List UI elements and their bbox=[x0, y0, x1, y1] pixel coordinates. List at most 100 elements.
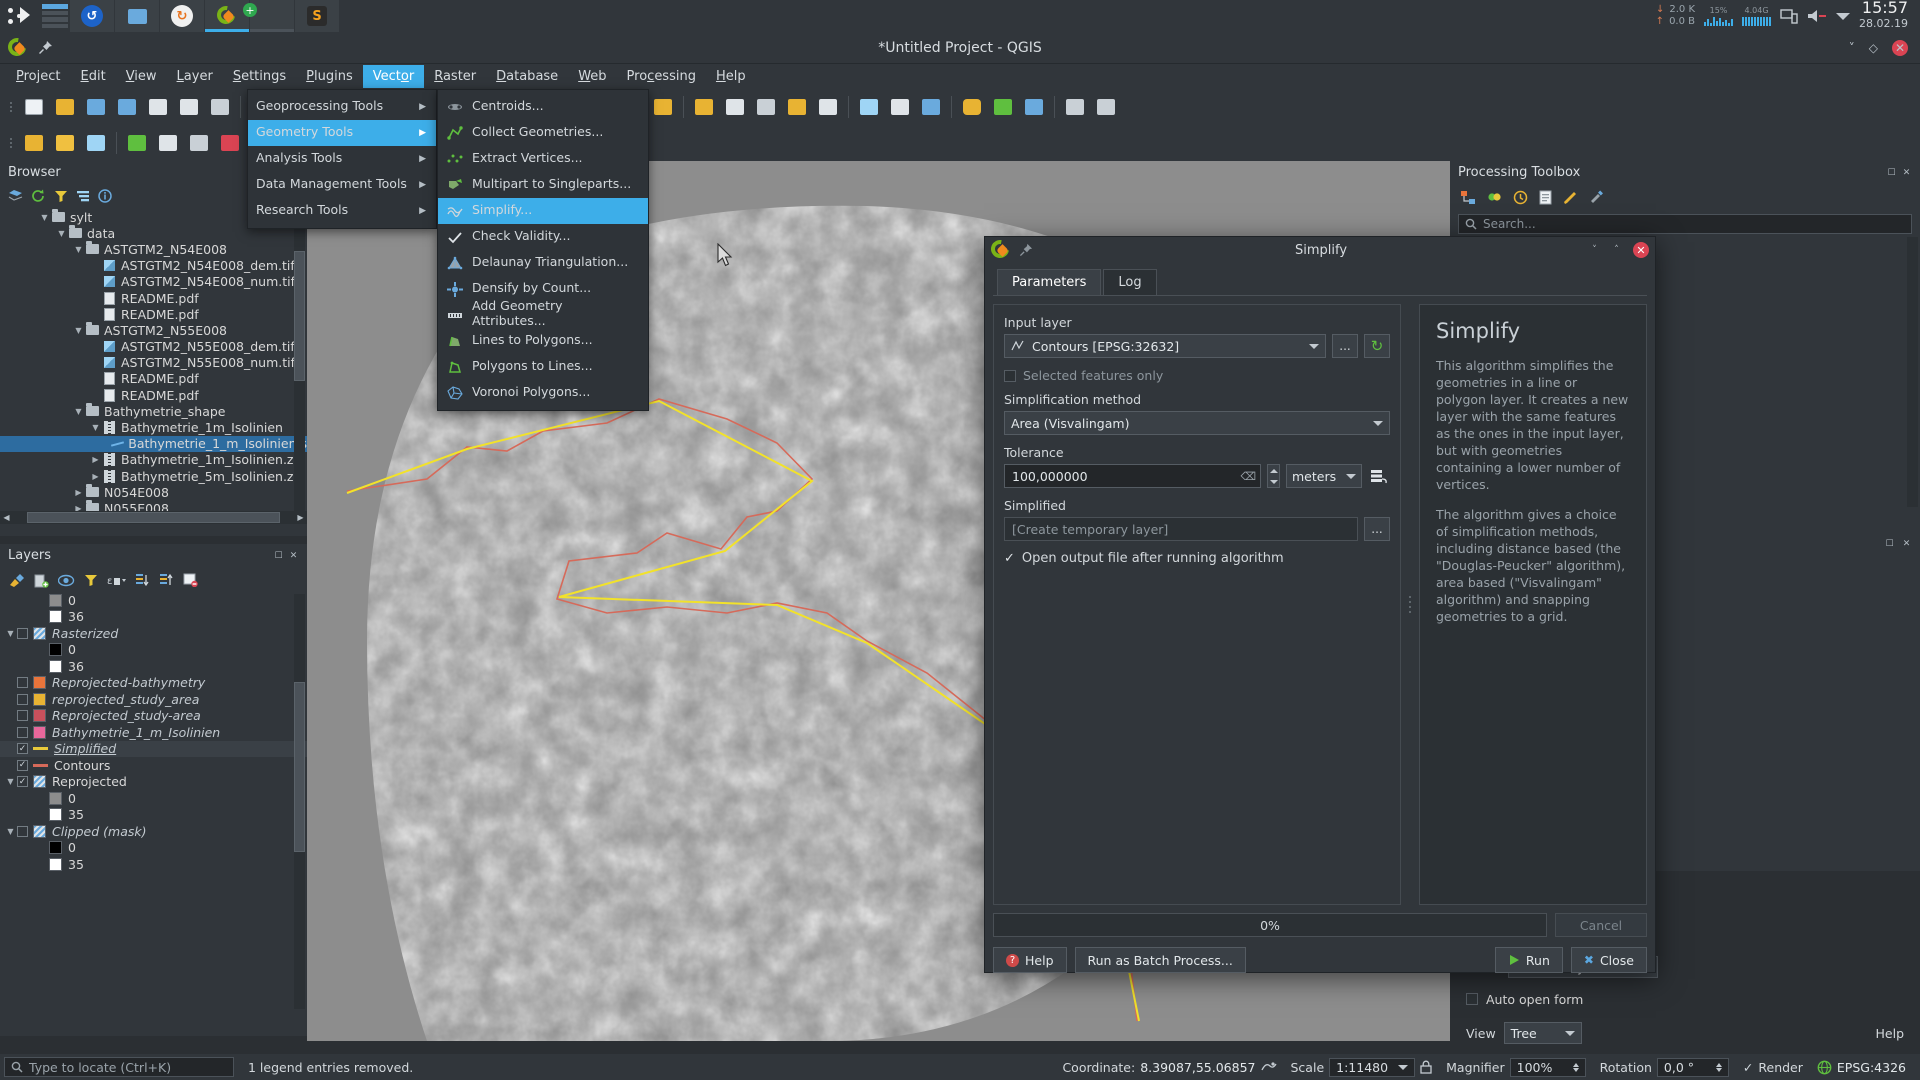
volume-tray-icon[interactable] bbox=[1807, 8, 1827, 24]
tree-expander-icon[interactable]: ▼ bbox=[89, 423, 102, 432]
tree-expander-icon[interactable]: ▼ bbox=[55, 229, 68, 238]
taskbar-firefox-icon[interactable]: ↺ bbox=[70, 0, 114, 32]
tree-expander-icon[interactable]: ▼ bbox=[72, 245, 85, 254]
layers-close-icon[interactable]: ✕ bbox=[288, 550, 299, 561]
browser-tree-item[interactable]: ▼Bathymetrie_shape bbox=[0, 403, 307, 419]
browser-tree-item[interactable]: ▼Bathymetrie_1m_Isolinien bbox=[0, 419, 307, 435]
input-layer-refresh-button[interactable]: ↻ bbox=[1364, 334, 1390, 358]
lock-scale-icon[interactable] bbox=[1420, 1060, 1432, 1074]
browser-properties-icon[interactable] bbox=[98, 189, 112, 203]
toolbox-float-icon[interactable]: ☐ bbox=[1886, 167, 1897, 178]
menu-plugins[interactable]: Plugins bbox=[296, 65, 363, 88]
menu-item-simplify[interactable]: Simplify... bbox=[438, 198, 648, 224]
browser-vertical-scrollbar[interactable] bbox=[294, 211, 305, 511]
invert-selection-icon[interactable] bbox=[813, 92, 843, 122]
taskbar-display-icon[interactable] bbox=[115, 0, 159, 32]
delete-selected-icon[interactable] bbox=[215, 128, 245, 158]
browser-horizontal-scrollbar[interactable]: ◀▶ bbox=[0, 511, 307, 524]
save-project-as-icon[interactable] bbox=[112, 92, 142, 122]
application-launcher-icon[interactable] bbox=[0, 0, 40, 32]
layer-tree-item[interactable]: ▼Rasterized bbox=[0, 625, 307, 642]
tree-expander-icon[interactable]: ▼ bbox=[38, 213, 51, 222]
menu-layer[interactable]: Layer bbox=[167, 65, 223, 88]
input-layer-browse-button[interactable]: ... bbox=[1332, 334, 1358, 358]
layer-visibility-checkbox[interactable]: ✓ bbox=[17, 760, 28, 771]
menu-item-extract-vertices[interactable]: Extract Vertices... bbox=[438, 146, 648, 172]
vector-menu-popup[interactable]: Geoprocessing Tools ▶ Geometry Tools ▶ A… bbox=[247, 89, 437, 229]
select-all-icon[interactable] bbox=[782, 92, 812, 122]
layer-visibility-checkbox[interactable] bbox=[17, 727, 28, 738]
results-float-icon[interactable]: ☐ bbox=[1884, 539, 1895, 550]
run-button[interactable]: Run bbox=[1495, 947, 1563, 973]
auto-open-form-checkbox[interactable] bbox=[1466, 993, 1478, 1005]
add-feature-icon[interactable] bbox=[122, 128, 152, 158]
layer-tree-item[interactable]: ▼✓Reprojected bbox=[0, 774, 307, 791]
rotation-spinbox[interactable]: 0,0 ° bbox=[1657, 1058, 1729, 1077]
menu-item-voronoi-polygons[interactable]: Voronoi Polygons... bbox=[438, 380, 648, 406]
browser-tree-item[interactable]: ASTGTM2_N54E008_num.tif bbox=[0, 274, 307, 290]
menu-item-multipart-to-singleparts[interactable]: Multipart to Singleparts... bbox=[438, 172, 648, 198]
taskbar-qgis-icon[interactable] bbox=[205, 0, 249, 32]
layer-tree-item[interactable]: Reprojected-bathymetry bbox=[0, 675, 307, 692]
layer-tree-item[interactable]: 0 bbox=[0, 790, 307, 807]
toolbar-dropdown-1-icon[interactable] bbox=[1060, 92, 1090, 122]
layer-visibility-checkbox[interactable]: ✓ bbox=[17, 743, 28, 754]
measure-icon[interactable] bbox=[648, 92, 678, 122]
open-layer-styling-icon[interactable] bbox=[8, 573, 25, 588]
browser-tree-item[interactable]: ▶Bathymetrie_5m_Isolinien.zip bbox=[0, 468, 307, 484]
tolerance-stepper[interactable] bbox=[1267, 464, 1280, 488]
browser-tree-item[interactable]: Bathymetrie_1_m_Isolinien.s bbox=[0, 436, 307, 452]
select-features-icon[interactable] bbox=[689, 92, 719, 122]
show-statistics-icon[interactable] bbox=[916, 92, 946, 122]
menu-item-research-tools[interactable]: Research Tools ▶ bbox=[248, 198, 436, 224]
open-project-icon[interactable] bbox=[50, 92, 80, 122]
virtual-desktop-pager[interactable] bbox=[40, 0, 70, 32]
toolbox-edit-icon[interactable] bbox=[1563, 190, 1578, 205]
layer-tree-item[interactable]: Reprojected_study-area bbox=[0, 708, 307, 725]
layer-expander-icon[interactable]: ▼ bbox=[4, 777, 17, 786]
menu-raster[interactable]: Raster bbox=[424, 65, 486, 88]
menu-item-analysis-tools[interactable]: Analysis Tools ▶ bbox=[248, 146, 436, 172]
data-defined-override-icon[interactable] bbox=[1368, 466, 1390, 486]
layer-tree-item[interactable]: 36 bbox=[0, 658, 307, 675]
menu-settings[interactable]: Settings bbox=[223, 65, 296, 88]
field-calculator-icon[interactable] bbox=[885, 92, 915, 122]
menu-web[interactable]: Web bbox=[568, 65, 616, 88]
dialog-splitter-grip[interactable] bbox=[1405, 304, 1415, 905]
browser-tree-item[interactable]: README.pdf bbox=[0, 290, 307, 306]
map-tips-icon[interactable] bbox=[957, 92, 987, 122]
expand-all-icon[interactable] bbox=[135, 573, 150, 587]
dialog-minimize-icon[interactable]: ˄ bbox=[1611, 245, 1622, 256]
layout-manager-icon[interactable] bbox=[174, 92, 204, 122]
render-checkbox[interactable]: ✓ bbox=[1743, 1060, 1753, 1075]
collapse-all-icon[interactable] bbox=[76, 189, 90, 203]
display-tray-icon[interactable] bbox=[1780, 8, 1798, 25]
style-manager-icon[interactable] bbox=[205, 92, 235, 122]
menu-item-geometry-tools[interactable]: Geometry Tools ▶ bbox=[248, 120, 436, 146]
layer-tree-item[interactable]: ▼Clipped (mask) bbox=[0, 823, 307, 840]
filter-legend-expression-icon[interactable]: ε bbox=[107, 573, 126, 587]
layer-tree-item[interactable]: ✓Simplified bbox=[0, 741, 307, 758]
layer-tree-item[interactable]: 0 bbox=[0, 592, 307, 609]
menu-database[interactable]: Database bbox=[486, 65, 568, 88]
layer-tree-item[interactable]: 0 bbox=[0, 642, 307, 659]
window-shade-icon[interactable]: ˅ bbox=[1849, 41, 1855, 55]
text-annotation-icon[interactable] bbox=[1019, 92, 1049, 122]
tree-expander-icon[interactable]: ▼ bbox=[72, 407, 85, 416]
locator-input[interactable]: Type to locate (Ctrl+K) bbox=[4, 1057, 234, 1077]
window-close-icon[interactable]: ✕ bbox=[1892, 40, 1908, 56]
layer-visibility-checkbox[interactable] bbox=[17, 677, 28, 688]
menu-project[interactable]: PProjectroject bbox=[6, 65, 71, 88]
new-project-icon[interactable] bbox=[19, 92, 49, 122]
menu-item-polygons-to-lines[interactable]: Polygons to Lines... bbox=[438, 354, 648, 380]
remove-layer-icon[interactable] bbox=[183, 573, 198, 587]
toolbox-scrollbar[interactable] bbox=[1907, 237, 1918, 507]
results-close-icon[interactable]: ✕ bbox=[1901, 539, 1912, 550]
geometry-tools-submenu[interactable]: Centroids... Collect Geometries... Extra… bbox=[437, 89, 649, 411]
layers-float-icon[interactable]: ☐ bbox=[273, 550, 284, 561]
layer-tree-item[interactable]: reprojected_study_area bbox=[0, 691, 307, 708]
browser-tree-item[interactable]: ▶Bathymetrie_1m_Isolinien.zip bbox=[0, 452, 307, 468]
tolerance-input[interactable]: 100,000000 ⌫ bbox=[1004, 464, 1261, 488]
add-group-icon[interactable] bbox=[34, 573, 49, 588]
clear-icon[interactable]: ⌫ bbox=[1240, 470, 1256, 483]
